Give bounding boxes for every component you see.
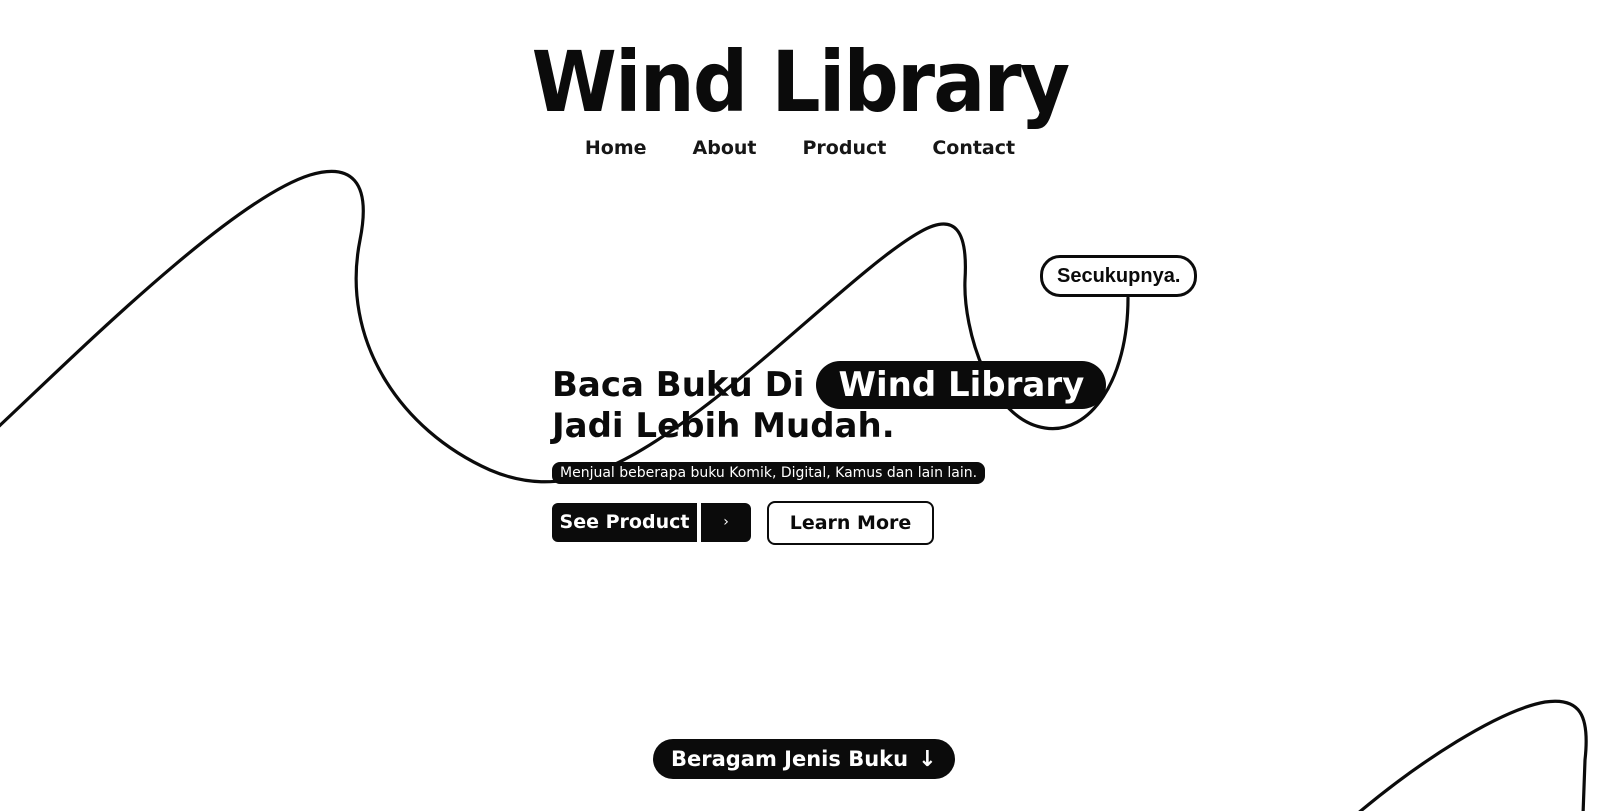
nav-home-link[interactable]: Home: [585, 134, 647, 162]
section-label: Beragam Jenis Buku: [671, 747, 909, 771]
see-product-arrow-button[interactable]: ›: [701, 503, 751, 542]
wave-curve-bottom: [1358, 699, 1588, 811]
see-product-button[interactable]: See Product: [552, 503, 697, 542]
main-nav: Home About Product Contact: [0, 134, 1600, 162]
learn-more-button[interactable]: Learn More: [767, 501, 934, 545]
site-logo[interactable]: Wind Library: [64, 32, 1536, 132]
nav-contact-link[interactable]: Contact: [932, 134, 1015, 162]
arrow-down-icon: ↓: [918, 747, 937, 772]
beragam-jenis-buku-button[interactable]: Beragam Jenis Buku ↓: [653, 739, 955, 779]
chevron-right-icon: ›: [723, 514, 729, 530]
hero-subtitle: Menjual beberapa buku Komik, Digital, Ka…: [552, 462, 986, 484]
nav-product-link[interactable]: Product: [803, 134, 887, 162]
secukupnya-tag: Secukupnya.: [1040, 255, 1198, 297]
landing-page: Wind Library Home About Product Contact …: [0, 0, 1600, 811]
nav-about-link[interactable]: About: [693, 134, 757, 162]
hero-title-line2: Jadi Lebih Mudah.: [552, 406, 895, 446]
